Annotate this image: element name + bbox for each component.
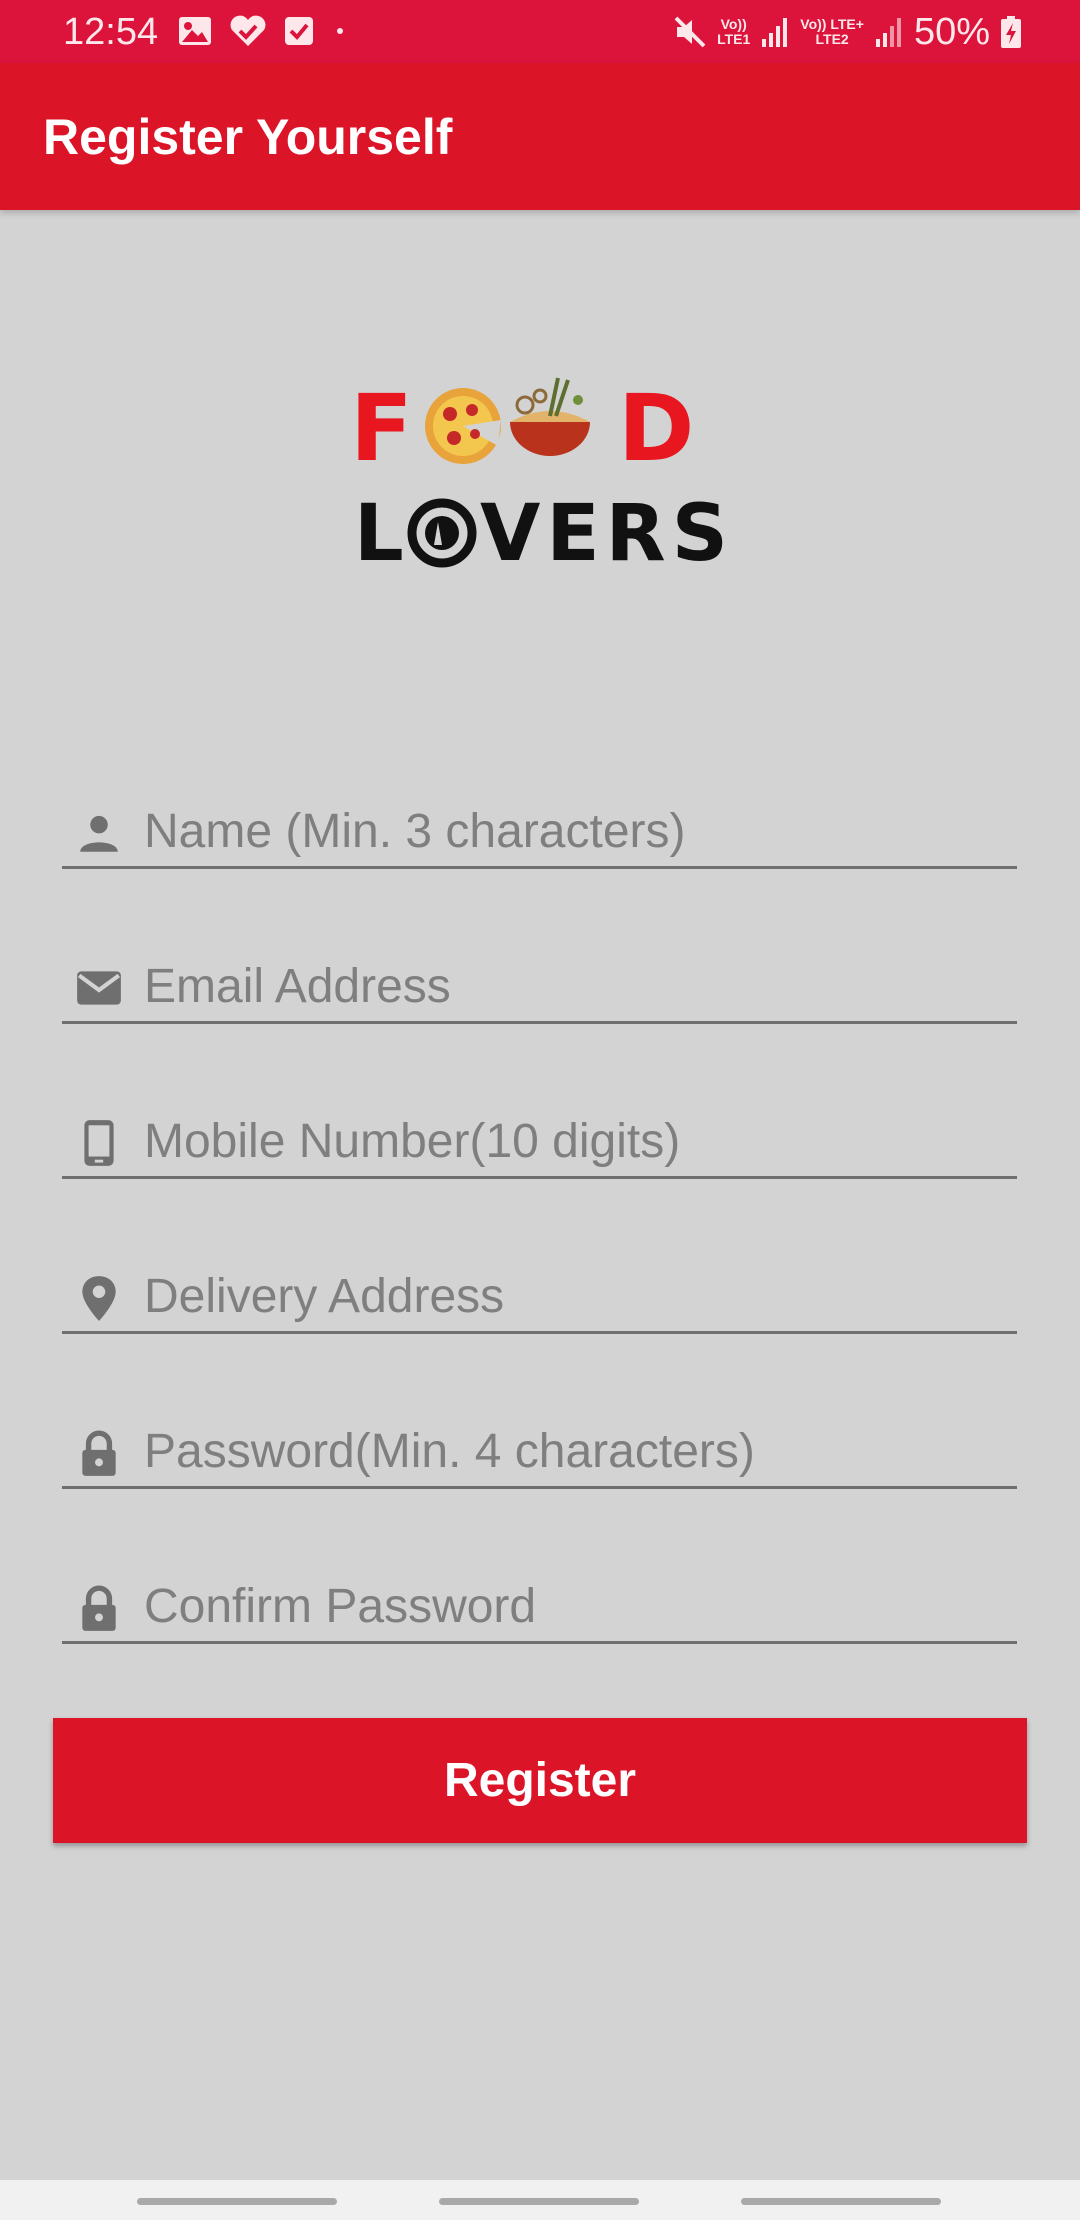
network-1-top: Vo)) <box>720 16 747 32</box>
status-system-icons: Vo)) LTE1 Vo)) LTE+ LTE2 50% <box>673 10 1022 54</box>
register-button[interactable]: Register <box>53 1718 1027 1843</box>
svg-text:D: D <box>618 375 694 482</box>
lock-icon <box>82 1585 116 1631</box>
password-input[interactable] <box>144 1416 1004 1486</box>
signal-icon <box>762 18 788 47</box>
navigation-bar <box>0 2180 1080 2220</box>
signal-icon <box>875 18 901 47</box>
app-bar: Register Yourself <box>0 63 1080 210</box>
mobile-input[interactable] <box>144 1106 1004 1176</box>
page-title: Register Yourself <box>43 109 453 165</box>
name-input[interactable] <box>144 796 1004 866</box>
phone-icon <box>84 1120 114 1166</box>
status-notification-icons <box>178 14 350 48</box>
lock-icon <box>82 1430 116 1476</box>
network-1: Vo)) LTE1 <box>717 17 750 47</box>
email-input[interactable] <box>144 951 1004 1021</box>
svg-text:L: L <box>354 489 410 570</box>
address-input[interactable] <box>144 1261 1004 1331</box>
network-2: Vo)) LTE+ LTE2 <box>800 17 864 47</box>
confirm-password-field <box>62 1561 1017 1644</box>
network-2-bottom: LTE2 <box>815 31 849 47</box>
svg-text:F: F <box>350 375 413 482</box>
battery-percent: 50% <box>913 11 990 53</box>
location-pin-icon <box>82 1276 116 1321</box>
dot-icon <box>337 28 343 34</box>
nav-back-button[interactable] <box>741 2198 941 2205</box>
plate-icon <box>407 498 477 568</box>
image-icon <box>179 17 211 45</box>
svg-text:VERS: VERS <box>480 489 734 570</box>
address-field <box>62 1251 1017 1334</box>
network-1-bottom: LTE1 <box>717 31 751 47</box>
nav-home-button[interactable] <box>439 2198 639 2205</box>
noodle-bowl-icon <box>510 377 590 456</box>
confirm-password-input[interactable] <box>144 1571 1004 1641</box>
mute-icon <box>674 16 706 48</box>
mail-icon <box>77 971 121 1005</box>
email-field <box>62 941 1017 1024</box>
name-field <box>62 786 1017 869</box>
person-icon <box>80 815 118 852</box>
status-time: 12:54 <box>63 11 159 53</box>
status-bar: 12:54 Vo)) LTE1 Vo)) LTE+ LTE2 50% <box>0 0 1080 63</box>
battery-charging-icon <box>1001 16 1021 48</box>
password-field <box>62 1406 1017 1489</box>
pizza-icon <box>425 388 501 464</box>
checkbox-icon <box>285 17 313 45</box>
heart-check-icon <box>230 15 266 46</box>
logo-graphic: F D L VERS <box>350 375 734 579</box>
mobile-field <box>62 1096 1017 1179</box>
food-lovers-logo: F D L VERS <box>350 370 750 579</box>
nav-recents-button[interactable] <box>137 2198 337 2205</box>
network-2-top: Vo)) LTE+ <box>800 16 864 32</box>
